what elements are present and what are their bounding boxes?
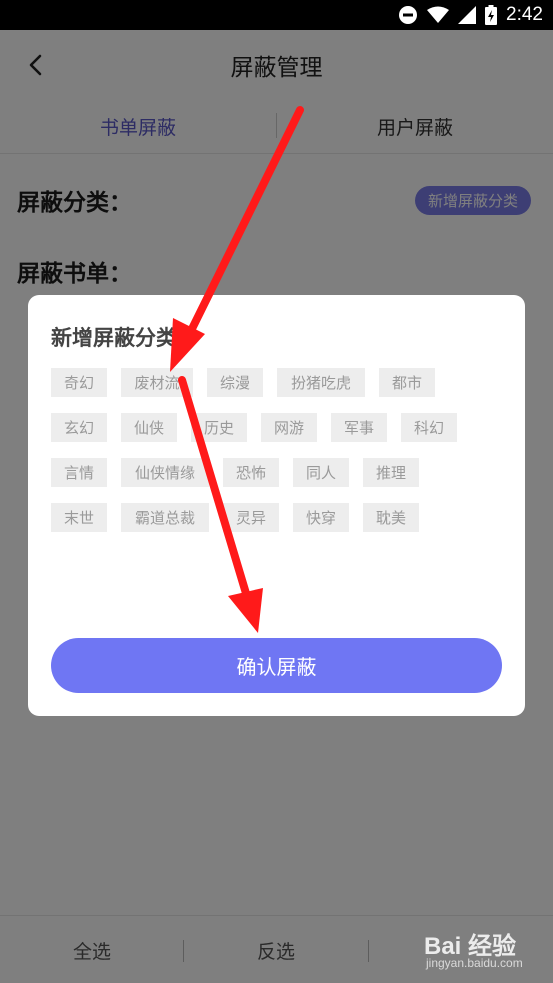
category-tag[interactable]: 末世 — [51, 503, 107, 532]
category-tag[interactable]: 废材流 — [121, 368, 193, 397]
tag-row: 玄幻 仙侠 历史 网游 军事 科幻 — [51, 413, 471, 442]
category-tag[interactable]: 恐怖 — [223, 458, 279, 487]
tag-row: 言情 仙侠情缘 恐怖 同人 推理 — [51, 458, 433, 487]
category-tag[interactable]: 玄幻 — [51, 413, 107, 442]
signal-icon — [458, 6, 477, 24]
watermark-url: jingyan.baidu.com — [426, 956, 523, 970]
category-tag[interactable]: 推理 — [363, 458, 419, 487]
category-tag[interactable]: 网游 — [261, 413, 317, 442]
status-icons: 2:42 — [398, 4, 543, 26]
battery-charging-icon — [485, 5, 498, 25]
category-tag[interactable]: 仙侠情缘 — [121, 458, 209, 487]
baidu-jingyan-watermark: Bai 经验 jingyan.baidu.com — [420, 922, 550, 974]
category-tag[interactable]: 科幻 — [401, 413, 457, 442]
tag-row: 奇幻 废材流 综漫 扮猪吃虎 都市 — [51, 368, 449, 397]
category-tag[interactable]: 灵异 — [223, 503, 279, 532]
category-tag[interactable]: 同人 — [293, 458, 349, 487]
tag-row: 末世 霸道总裁 灵异 快穿 耽美 — [51, 503, 433, 532]
category-tag[interactable]: 军事 — [331, 413, 387, 442]
category-tag[interactable]: 耽美 — [363, 503, 419, 532]
category-tag[interactable]: 奇幻 — [51, 368, 107, 397]
category-tag[interactable]: 历史 — [191, 413, 247, 442]
status-time: 2:42 — [506, 4, 543, 25]
category-tag[interactable]: 仙侠 — [121, 413, 177, 442]
category-tag[interactable]: 都市 — [379, 368, 435, 397]
category-tag[interactable]: 扮猪吃虎 — [277, 368, 365, 397]
status-bar: 2:42 — [0, 0, 553, 30]
add-category-dialog: 新增屏蔽分类 奇幻 废材流 综漫 扮猪吃虎 都市 玄幻 仙侠 历史 网游 军事 … — [28, 295, 525, 716]
do-not-disturb-icon — [399, 6, 418, 24]
category-tag[interactable]: 言情 — [51, 458, 107, 487]
category-tag[interactable]: 综漫 — [207, 368, 263, 397]
category-tag[interactable]: 霸道总裁 — [121, 503, 209, 532]
category-tag[interactable]: 快穿 — [293, 503, 349, 532]
wifi-icon — [427, 6, 450, 23]
dialog-title: 新增屏蔽分类 — [51, 326, 177, 350]
confirm-block-button[interactable]: 确认屏蔽 — [51, 638, 502, 693]
